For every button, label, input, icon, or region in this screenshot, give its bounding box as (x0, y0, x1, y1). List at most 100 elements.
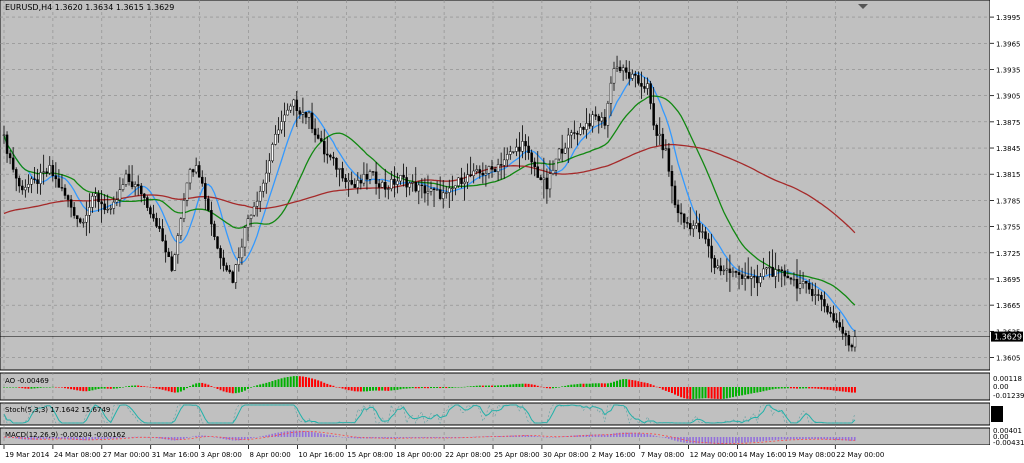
ao-bar-144 (442, 387, 445, 388)
macd-bar-239 (731, 437, 734, 444)
ao-bar-103 (317, 380, 320, 387)
ao-bar-117 (359, 387, 362, 392)
candle-56 (173, 253, 177, 272)
ao-bar-92 (283, 377, 286, 387)
price-tick-label-13: 1.3605 (996, 355, 1021, 363)
ao-bar-91 (280, 378, 283, 387)
ao-bar-175 (536, 385, 539, 387)
macd-bar-201 (616, 432, 618, 437)
price-panel[interactable] (0, 0, 991, 371)
ao-bar-279 (853, 387, 856, 393)
ao-bar-168 (515, 383, 518, 387)
ao-bar-239 (731, 387, 734, 398)
ao-bar-14 (45, 387, 48, 388)
time-tick-label-2: 27 Mar 00:00 (103, 451, 150, 459)
macd-bar-257 (786, 437, 789, 440)
macd-bar-177 (542, 436, 545, 438)
ao-bar-220 (674, 387, 676, 395)
ao-bar-85 (262, 383, 265, 387)
ao-bar-214 (655, 386, 658, 388)
ao-bar-93 (286, 377, 289, 387)
macd-bar-264 (808, 437, 810, 440)
ao-bar-208 (637, 381, 640, 387)
macd-bar-205 (628, 432, 630, 437)
macd-bar-244 (747, 437, 749, 443)
macd-bar-80 (247, 437, 249, 439)
ao-bar-243 (744, 387, 747, 395)
ao-bar-89 (274, 380, 277, 387)
ao-bar-244 (747, 387, 750, 395)
ao-bar-38 (118, 387, 121, 388)
time-tick-label-13: 7 May 08:00 (641, 451, 685, 459)
stoch-panel[interactable] (0, 402, 991, 426)
time-tick-label-5: 8 Apr 00:00 (250, 451, 291, 459)
macd-bar-154 (472, 436, 475, 438)
ao-bar-106 (326, 383, 329, 387)
ao-bar-0 (3, 387, 5, 388)
ao-bar-20 (64, 387, 66, 389)
ao-bar-73 (225, 387, 228, 393)
ao-bar-207 (634, 380, 637, 387)
ao-bar-250 (765, 387, 768, 391)
ao-bar-56 (173, 387, 176, 393)
ao-bar-169 (518, 383, 521, 387)
ao-bar-269 (823, 387, 826, 390)
macd-bar-247 (756, 437, 758, 442)
macd-bar-231 (707, 437, 710, 444)
ao-bar-96 (295, 376, 298, 387)
time-tick-label-11: 30 Apr 08:00 (543, 451, 589, 459)
time-tick-label-4: 3 Apr 08:00 (201, 451, 242, 459)
macd-bar-125 (384, 437, 386, 439)
ao-bar-192 (588, 383, 591, 387)
ao-bar-206 (631, 380, 634, 387)
ao-bar-209 (640, 381, 643, 387)
ao-bar-150 (460, 386, 463, 388)
ao-bar-31 (97, 387, 100, 389)
ao-bar-249 (762, 387, 765, 392)
macd-bar-109 (335, 436, 338, 437)
ao-bar-228 (698, 387, 701, 399)
time-tick-label-0: 19 Mar 2014 (5, 451, 50, 459)
ao-bar-72 (222, 387, 225, 392)
ao-bar-177 (542, 387, 545, 388)
macd-bar-214 (655, 436, 658, 437)
macd-bar-273 (835, 437, 838, 440)
ao-bar-48 (149, 387, 152, 388)
ao-bar-141 (433, 387, 436, 389)
ao-bar-118 (362, 387, 365, 392)
ao-bar-216 (661, 387, 664, 390)
ao-bar-75 (231, 387, 234, 394)
ao-bar-155 (475, 385, 478, 387)
time-tick-label-8: 18 Apr 00:00 (396, 451, 442, 459)
ao-scale-top: 0.00118 (993, 375, 1022, 383)
ao-bar-142 (436, 387, 439, 389)
symbol-header: EURUSD,H4 1.3620 1.3634 1.3615 1.3629 (5, 3, 174, 12)
ao-bar-272 (832, 387, 835, 391)
chart-terminal[interactable]: 1.3995 1.3965 1.3935 1.3905 1.3875 1.3845 1.38… (0, 0, 1024, 463)
ao-bar-163 (500, 385, 503, 387)
ao-bar-18 (57, 387, 60, 388)
macd-bar-217 (664, 437, 667, 439)
ao-bar-255 (780, 387, 783, 389)
ao-bar-190 (582, 383, 585, 387)
ao-bar-182 (558, 387, 561, 388)
ao-bar-132 (405, 387, 408, 389)
ao-bar-104 (320, 381, 323, 387)
ao-bar-1 (6, 387, 9, 388)
ao-bar-154 (472, 386, 475, 387)
ao-bar-224 (686, 387, 689, 399)
ao-bar-13 (42, 387, 45, 388)
ao-bar-138 (423, 387, 426, 389)
ao-bar-171 (524, 383, 527, 387)
macd-bar-252 (771, 437, 774, 441)
ao-bar-95 (292, 376, 295, 387)
ao-bar-240 (735, 387, 737, 397)
ao-bar-105 (323, 382, 326, 387)
ao-bar-137 (420, 387, 423, 389)
ao-bar-156 (478, 385, 481, 387)
time-tick-label-14: 12 May 00:00 (690, 451, 738, 459)
time-tick-label-12: 2 May 16:00 (592, 451, 636, 459)
chart-canvas[interactable]: 1.3995 1.3965 1.3935 1.3905 1.3875 1.3845 1.38… (0, 0, 1024, 463)
ao-bar-202 (619, 379, 622, 387)
macd-bar-163 (500, 436, 502, 437)
